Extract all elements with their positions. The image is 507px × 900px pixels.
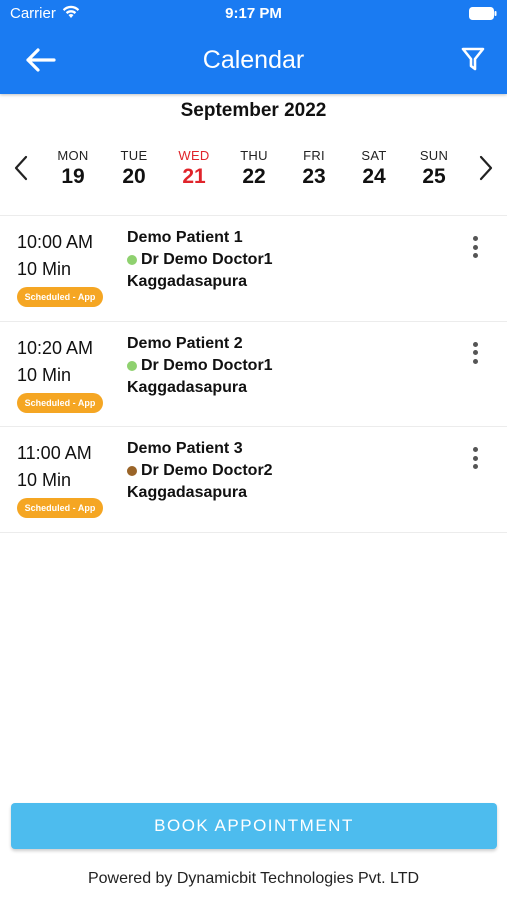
day-number: 19	[61, 165, 85, 188]
appointment-duration: 10 Min	[17, 364, 72, 385]
book-appointment-button[interactable]: BOOK APPOINTMENT	[11, 803, 497, 849]
appointment-row[interactable]: 10:00 AM 10 Min Scheduled - App Demo Pat…	[0, 216, 507, 322]
status-bar: Carrier 9:17 PM	[0, 0, 507, 28]
clinic-location: Kaggadasapura	[127, 378, 248, 396]
more-vertical-icon	[472, 447, 478, 452]
patient-name: Demo Patient 3	[127, 440, 243, 457]
more-vertical-icon	[472, 341, 478, 347]
status-badge: Scheduled - App	[17, 392, 103, 413]
status-time: 9:17 PM	[225, 5, 282, 22]
day-number: 20	[122, 165, 146, 188]
previous-week-button[interactable]	[12, 154, 30, 182]
day-wed-today[interactable]: WED 21	[164, 148, 224, 189]
doctor-color-dot	[127, 466, 137, 476]
app-header: Carrier 9:17 PM Calendar	[0, 0, 507, 94]
day-sat[interactable]: SAT 24	[344, 148, 404, 189]
doctor-line: Dr Demo Doctor1	[127, 251, 273, 269]
doctor-line: Dr Demo Doctor1	[127, 357, 273, 375]
appointment-duration: 10 Min	[17, 259, 72, 279]
chevron-right-icon	[479, 155, 493, 181]
doctor-name: Dr Demo Doctor2	[141, 462, 273, 479]
chevron-left-icon	[14, 155, 28, 181]
appointment-list: 10:00 AM 10 Min Scheduled - App Demo Pat…	[0, 215, 507, 533]
day-name: SAT	[361, 148, 387, 163]
filter-icon	[461, 47, 485, 71]
powered-by-footer: Powered by Dynamicbit Technologies Pvt. …	[87, 870, 420, 887]
day-name: TUE	[120, 148, 148, 163]
doctor-name: Dr Demo Doctor1	[141, 356, 273, 374]
day-number: 21	[182, 165, 206, 188]
day-number: 22	[242, 165, 266, 188]
appointment-time: 10:00 AM	[17, 232, 94, 252]
doctor-line: Dr Demo Doctor2	[127, 462, 273, 480]
appointment-row[interactable]: 11:00 AM 10 Min Scheduled - App Demo Pat…	[0, 427, 507, 533]
doctor-color-dot	[127, 360, 137, 371]
day-name: FRI	[303, 148, 325, 163]
clinic-location: Kaggadasapura	[127, 484, 248, 501]
patient-name: Demo Patient 1	[127, 229, 243, 246]
next-week-button[interactable]	[477, 154, 495, 182]
status-badge: Scheduled - App	[17, 498, 103, 518]
status-badge: Scheduled - App	[17, 287, 103, 307]
appointment-duration: 10 Min	[17, 470, 72, 490]
more-options-button[interactable]	[469, 447, 481, 473]
more-options-button[interactable]	[469, 341, 481, 368]
battery-icon	[469, 7, 497, 20]
appointment-time: 10:20 AM	[17, 337, 94, 358]
page-title: Calendar	[202, 46, 305, 74]
day-name: SUN	[419, 148, 449, 163]
month-title: September 2022	[180, 100, 327, 121]
appointment-row[interactable]: 10:20 AM 10 Min Scheduled - App Demo Pat…	[0, 322, 507, 427]
doctor-name: Dr Demo Doctor1	[141, 251, 273, 268]
day-name: MON	[57, 148, 89, 163]
day-fri[interactable]: FRI 23	[284, 148, 344, 189]
appointment-time: 11:00 AM	[17, 443, 92, 463]
filter-button[interactable]	[461, 46, 485, 72]
doctor-color-dot	[127, 255, 137, 265]
more-vertical-icon	[472, 236, 478, 241]
day-name: WED	[178, 148, 210, 163]
patient-name: Demo Patient 2	[127, 334, 243, 352]
day-number: 25	[422, 165, 446, 188]
day-name: THU	[240, 148, 268, 163]
week-strip: MON 19 TUE 20 WED 21 THU 22 FRI 23 SAT 2…	[0, 140, 507, 200]
clinic-location: Kaggadasapura	[127, 273, 248, 290]
more-options-button[interactable]	[469, 236, 481, 262]
day-sun[interactable]: SUN 25	[404, 148, 464, 189]
day-number: 23	[302, 165, 326, 188]
day-number: 24	[362, 165, 386, 188]
day-mon[interactable]: MON 19	[43, 148, 103, 189]
day-tue[interactable]: TUE 20	[104, 148, 164, 189]
day-thu[interactable]: THU 22	[224, 148, 284, 189]
